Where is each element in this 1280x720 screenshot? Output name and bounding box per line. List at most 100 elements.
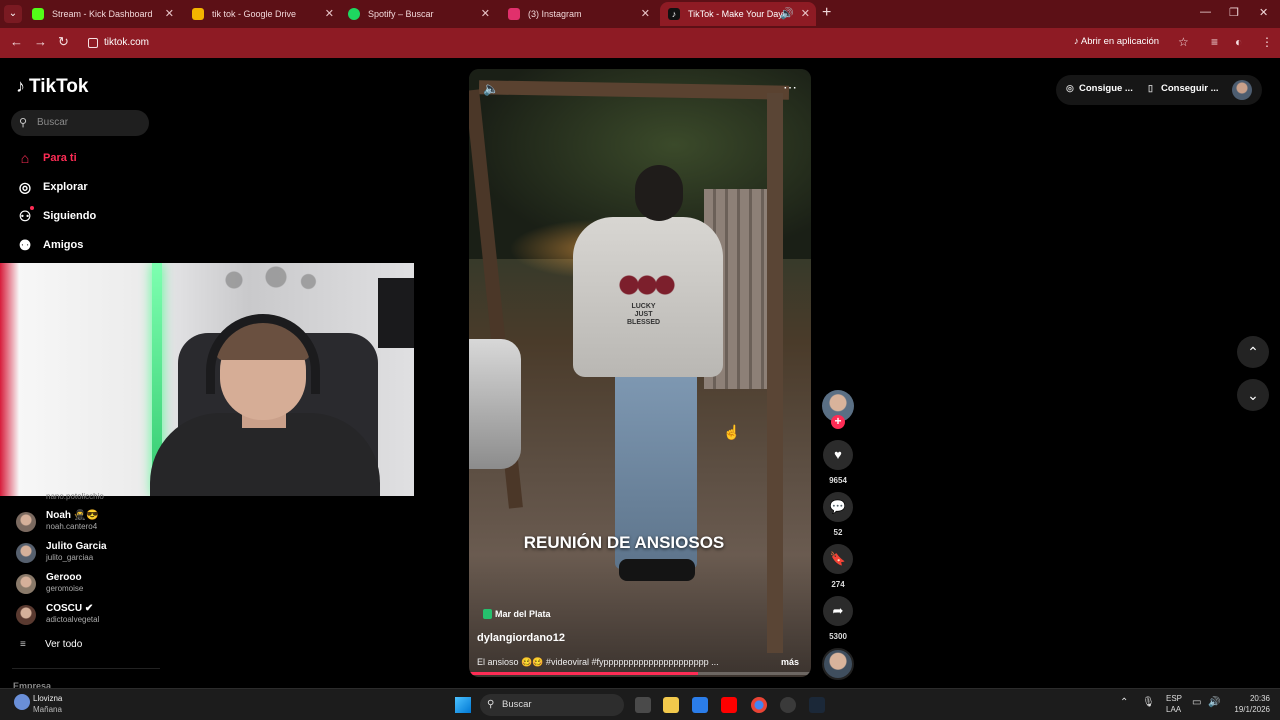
tab-drive[interactable]: tik tok - Google Drive ✕	[184, 2, 340, 26]
file-explorer-icon[interactable]	[663, 697, 679, 713]
video-author[interactable]: dylangiordano12	[477, 632, 565, 644]
address-bar: ← → ↻ tiktok.com ♪ Abrir en aplicación ☆…	[0, 28, 1280, 58]
sidebar-item-explorar[interactable]: ◎ Explorar	[16, 177, 88, 197]
speaker-icon[interactable]: 🔊	[780, 2, 794, 26]
save-button[interactable]: 🔖	[823, 544, 853, 574]
tab-tiktok[interactable]: ♪ TikTok - Make Your Day 🔊 ✕	[660, 2, 816, 26]
tab-label: tik tok - Google Drive	[212, 9, 297, 19]
reload-icon[interactable]: ↻	[58, 34, 69, 50]
music-disc-icon[interactable]	[822, 648, 854, 680]
star-icon[interactable]: ☆	[1178, 35, 1189, 49]
new-tab-button[interactable]: +	[822, 4, 831, 22]
media-controls-icon[interactable]: ≡	[1211, 35, 1218, 49]
avatar	[16, 512, 36, 532]
clock-date[interactable]: 19/1/2026	[1222, 705, 1270, 714]
close-icon[interactable]: ✕	[641, 2, 650, 26]
sidebar-item-amigos[interactable]: ⚉ Amigos	[16, 235, 84, 255]
video-caption: REUNIÓN DE ANSIOSOS	[523, 533, 725, 552]
share-icon: ➦	[832, 603, 844, 618]
close-icon[interactable]: ✕	[801, 2, 810, 26]
tab-kick[interactable]: Stream - Kick Dashboard ✕	[24, 2, 180, 26]
friends-icon: ⚉	[18, 237, 32, 253]
url-text: tiktok.com	[104, 37, 150, 48]
see-all-button[interactable]: ≡ Ver todo	[20, 639, 82, 650]
taskbar-search[interactable]: ⚲ Buscar	[480, 694, 624, 716]
window-close-icon[interactable]: ✕	[1259, 6, 1268, 19]
nav-label: Para ti	[43, 152, 77, 164]
bookmark-icon: 🔖	[829, 551, 847, 566]
get-coins-button[interactable]: ◎ Consigue ...	[1066, 83, 1133, 94]
webcam-world-map-decal	[210, 265, 330, 295]
account-username: geromoise	[46, 584, 84, 593]
menu-icon[interactable]: ⋮	[1261, 35, 1273, 49]
like-count: 9654	[829, 476, 847, 485]
volume-icon[interactable]: 🔊	[1208, 697, 1220, 708]
comment-button[interactable]: 💬	[823, 492, 853, 522]
chevron-up-icon: ⌃	[1247, 344, 1259, 360]
more-options-icon[interactable]: ⋯	[783, 79, 797, 96]
kick-icon	[32, 8, 44, 20]
account-username: noah.cantero4	[46, 522, 98, 531]
close-icon[interactable]: ✕	[481, 2, 490, 26]
video-progress-bar[interactable]	[469, 672, 811, 675]
close-icon[interactable]: ✕	[325, 2, 334, 26]
video-player[interactable]: LUCKY JUST BLESSED REUNIÓN DE ANSIOSOS 🔈…	[469, 69, 811, 677]
keyboard-layout[interactable]: LAA	[1166, 705, 1181, 714]
steam-icon[interactable]	[809, 697, 825, 713]
video-person-shoes	[619, 559, 695, 581]
logo-text: TikTok	[29, 76, 89, 97]
search-input[interactable]: ⚲ Buscar	[11, 110, 149, 136]
tab-spotify[interactable]: Spotify – Buscar ✕	[340, 2, 496, 26]
account-name: Noah 🥷😎	[46, 510, 99, 521]
more-button[interactable]: más	[781, 657, 799, 667]
tiktok-note-icon: ♪	[16, 76, 25, 96]
tab-search-menu-icon[interactable]: ⌄	[4, 5, 22, 23]
heart-icon: ♥	[834, 447, 842, 462]
close-icon[interactable]: ✕	[165, 2, 174, 26]
like-button[interactable]: ♥	[823, 440, 853, 470]
tray-overflow-icon[interactable]: ⌃	[1120, 697, 1128, 708]
sidebar-item-siguiendo[interactable]: ⚇ Siguiendo	[16, 206, 96, 226]
clock-time[interactable]: 20:36	[1230, 694, 1270, 703]
store-icon[interactable]	[692, 697, 708, 713]
tab-instagram[interactable]: (3) Instagram ✕	[500, 2, 656, 26]
task-view-icon[interactable]	[635, 697, 651, 713]
user-avatar[interactable]	[1232, 80, 1252, 100]
previous-video-button[interactable]: ⌃	[1237, 336, 1269, 368]
forward-icon[interactable]: →	[34, 34, 47, 49]
minimize-icon[interactable]: —	[1200, 6, 1211, 18]
restore-icon[interactable]: ❐	[1229, 6, 1239, 19]
open-in-app-button[interactable]: ♪ Abrir en aplicación	[1074, 36, 1159, 47]
account-username-faded: nano.potolicchio	[46, 492, 104, 501]
open-in-app-label: Abrir en aplicación	[1080, 36, 1160, 47]
obs-icon[interactable]	[780, 697, 796, 713]
search-icon: ⚲	[487, 699, 495, 710]
nav-label: Siguiendo	[43, 210, 97, 222]
profile-icon[interactable]: ◐	[1235, 35, 1242, 49]
language-code[interactable]: ESP	[1166, 694, 1182, 703]
video-sweater-text: LUCKY JUST BLESSED	[627, 303, 661, 326]
microphone-icon[interactable]: 🎙	[1142, 697, 1155, 708]
weather-icon[interactable]	[14, 694, 30, 710]
site-info-icon[interactable]	[88, 38, 98, 48]
youtube-icon[interactable]	[721, 697, 737, 713]
network-icon[interactable]: ▭	[1192, 697, 1201, 708]
browser-tab-bar: ⌄ Stream - Kick Dashboard ✕ tik tok - Go…	[0, 0, 1280, 28]
tiktok-icon: ♪	[668, 8, 680, 20]
follow-button[interactable]: +	[831, 415, 845, 429]
next-video-button[interactable]: ⌄	[1237, 379, 1269, 411]
tiktok-logo[interactable]: ♪ TikTok	[16, 76, 88, 98]
list-icon: ≡	[20, 639, 26, 650]
top-right-controls: ◎ Consigue ... ▯ Conseguir ...	[1056, 75, 1262, 105]
share-button[interactable]: ➦	[823, 596, 853, 626]
back-icon[interactable]: ←	[10, 34, 23, 49]
url-field[interactable]: tiktok.com	[82, 32, 1082, 54]
notification-dot	[30, 206, 34, 210]
chrome-icon[interactable]	[751, 697, 767, 713]
weather-subtitle: Mañana	[33, 705, 62, 714]
location-tag[interactable]: Mar del Plata	[483, 609, 551, 619]
sidebar-item-para-ti[interactable]: ⌂ Para ti	[16, 148, 77, 168]
volume-icon[interactable]: 🔈	[483, 81, 499, 97]
get-app-button[interactable]: ▯ Conseguir ...	[1148, 83, 1219, 94]
windows-start-icon[interactable]	[455, 697, 471, 713]
